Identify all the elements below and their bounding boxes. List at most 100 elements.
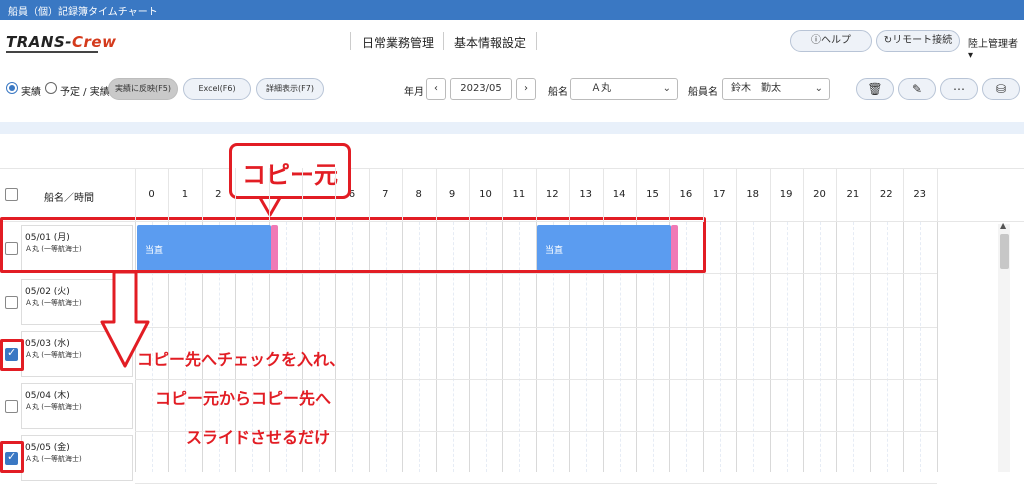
radio-actual-label: 実績: [21, 87, 41, 98]
row-label-card: 05/05 (金) Ａ丸 (一等航海士): [21, 435, 133, 481]
header-column-divider: [168, 168, 169, 222]
toolbar: 実績 予定 / 実績 実績に反映(F5) Excel(F6) 詳細表示(F7) …: [0, 64, 1024, 120]
reflect-actual-button[interactable]: 実績に反映(F5): [108, 78, 178, 100]
edit-button[interactable]: ✎: [898, 78, 936, 100]
nav-divider: [350, 32, 351, 50]
nav-divider: [443, 32, 444, 50]
header-column-divider: [202, 168, 203, 222]
chevron-left-icon: ‹: [434, 83, 438, 94]
trans-crew-logo[interactable]: TRANS-Crew: [6, 33, 116, 51]
header-column-divider: [369, 168, 370, 222]
header-column-divider: [836, 168, 837, 222]
header-column-divider: [235, 168, 236, 222]
nav-basic-settings[interactable]: 基本情報設定: [454, 34, 526, 51]
nav-daily-management[interactable]: 日常業務管理: [362, 34, 434, 51]
help-button[interactable]: ⓘヘルプ: [790, 30, 872, 52]
hour-header: 20: [813, 189, 826, 200]
row-ship-role: Ａ丸 (一等航海士): [25, 351, 82, 359]
row-ship-role: Ａ丸 (一等航海士): [25, 299, 82, 307]
row-checkbox[interactable]: [5, 400, 18, 413]
ship-select[interactable]: Ａ丸 ⌄: [570, 78, 678, 100]
header-column-divider: [636, 168, 637, 222]
hour-header: 9: [448, 189, 456, 200]
header-column-divider: [469, 168, 470, 222]
remote-connect-button[interactable]: ↻リモート接続: [876, 30, 960, 52]
ship-select-value: Ａ丸: [591, 83, 611, 94]
window-title: 船員（個）記録簿タイムチャート: [8, 7, 158, 18]
hour-header: 14: [612, 189, 626, 200]
crew-select[interactable]: 鈴木 勤太 ⌄: [722, 78, 830, 100]
scroll-up-icon[interactable]: ▲: [1000, 221, 1006, 230]
row-date: 05/04 (木): [25, 391, 70, 401]
header-column-divider: [402, 168, 403, 222]
header-column-divider: [436, 168, 437, 222]
row-date: 05/05 (金): [25, 443, 70, 453]
hour-header: 1: [181, 189, 189, 200]
nav-divider: [536, 32, 537, 50]
row-ship-role: Ａ丸 (一等航海士): [25, 403, 82, 411]
trash-icon: 🗑: [867, 82, 883, 96]
header-name-time: 船名／時間: [44, 193, 94, 204]
chevron-right-icon: ›: [524, 83, 528, 94]
prev-month-button[interactable]: ‹: [426, 78, 446, 100]
bag-button[interactable]: ⛁: [982, 78, 1020, 100]
header-column-divider: [569, 168, 570, 222]
select-all-checkbox[interactable]: [5, 188, 18, 201]
delete-button[interactable]: 🗑: [856, 78, 894, 100]
ship-label: 船名: [548, 87, 568, 98]
detail-view-button[interactable]: 詳細表示(F7): [256, 78, 324, 100]
row-date: 05/02 (火): [25, 287, 70, 297]
more-icon: ⋯: [953, 82, 965, 96]
hour-header: 16: [679, 189, 693, 200]
hour-header: 19: [779, 189, 793, 200]
logo-accent-text: Crew: [71, 33, 117, 51]
header-column-divider: [335, 168, 336, 222]
help-label: ヘルプ: [821, 35, 851, 46]
row-checkbox[interactable]: [5, 296, 18, 309]
refresh-icon: ↻: [883, 35, 893, 46]
header-column-divider: [603, 168, 604, 222]
hour-header: 8: [415, 189, 422, 200]
instruction-line-3: スライドさせるだけ: [186, 428, 331, 447]
excel-button[interactable]: Excel(F6): [183, 78, 251, 100]
hour-header: 21: [846, 189, 860, 200]
header-column-divider: [803, 168, 804, 222]
month-input[interactable]: 2023/05: [450, 78, 512, 100]
header-column-divider: [870, 168, 871, 222]
radio-actual[interactable]: [6, 82, 18, 94]
header-column-divider: [937, 168, 938, 222]
help-icon: ⓘ: [811, 35, 821, 46]
hour-header: 7: [382, 189, 389, 200]
hour-header: 13: [579, 189, 593, 200]
window-titlebar: 船員（個）記録簿タイムチャート: [0, 0, 1024, 20]
hour-header: 18: [746, 189, 760, 200]
user-menu[interactable]: 陸上管理者 ▾: [968, 35, 1024, 61]
instruction-line-1: コピー先へチェックを入れ、: [137, 350, 346, 369]
top-navigation: TRANS-Crew 日常業務管理 基本情報設定 ⓘヘルプ ↻リモート接続 陸上…: [0, 20, 1024, 64]
pencil-icon: ✎: [911, 82, 923, 96]
info-strip: [0, 122, 1024, 134]
source-row-highlight: [0, 217, 706, 273]
crew-select-value: 鈴木 勤太: [731, 83, 781, 94]
row-date: 05/03 (水): [25, 339, 70, 349]
radio-plan-actual[interactable]: [45, 82, 57, 94]
hour-header: 10: [479, 189, 492, 200]
crew-label: 船員名: [688, 87, 718, 98]
header-column-divider: [903, 168, 904, 222]
hour-header: 15: [646, 189, 659, 200]
hour-header: 17: [712, 189, 726, 200]
instruction-line-2: コピー元からコピー先へ: [155, 389, 332, 408]
remote-label: リモート接続: [892, 35, 953, 46]
next-month-button[interactable]: ›: [516, 78, 536, 100]
schedule-row: 05/04 (木) Ａ丸 (一等航海士): [0, 380, 937, 432]
hour-gridline: [937, 222, 938, 472]
more-button[interactable]: ⋯: [940, 78, 978, 100]
row-ship-role: Ａ丸 (一等航海士): [25, 455, 82, 463]
chevron-down-icon: ⌄: [814, 83, 823, 94]
scrollbar-thumb[interactable]: [1000, 234, 1009, 269]
header-column-divider: [135, 168, 136, 222]
row-divider: [135, 273, 937, 274]
checkbox-highlight: [0, 339, 24, 371]
header-column-divider: [302, 168, 303, 222]
hour-header: 11: [512, 189, 526, 200]
